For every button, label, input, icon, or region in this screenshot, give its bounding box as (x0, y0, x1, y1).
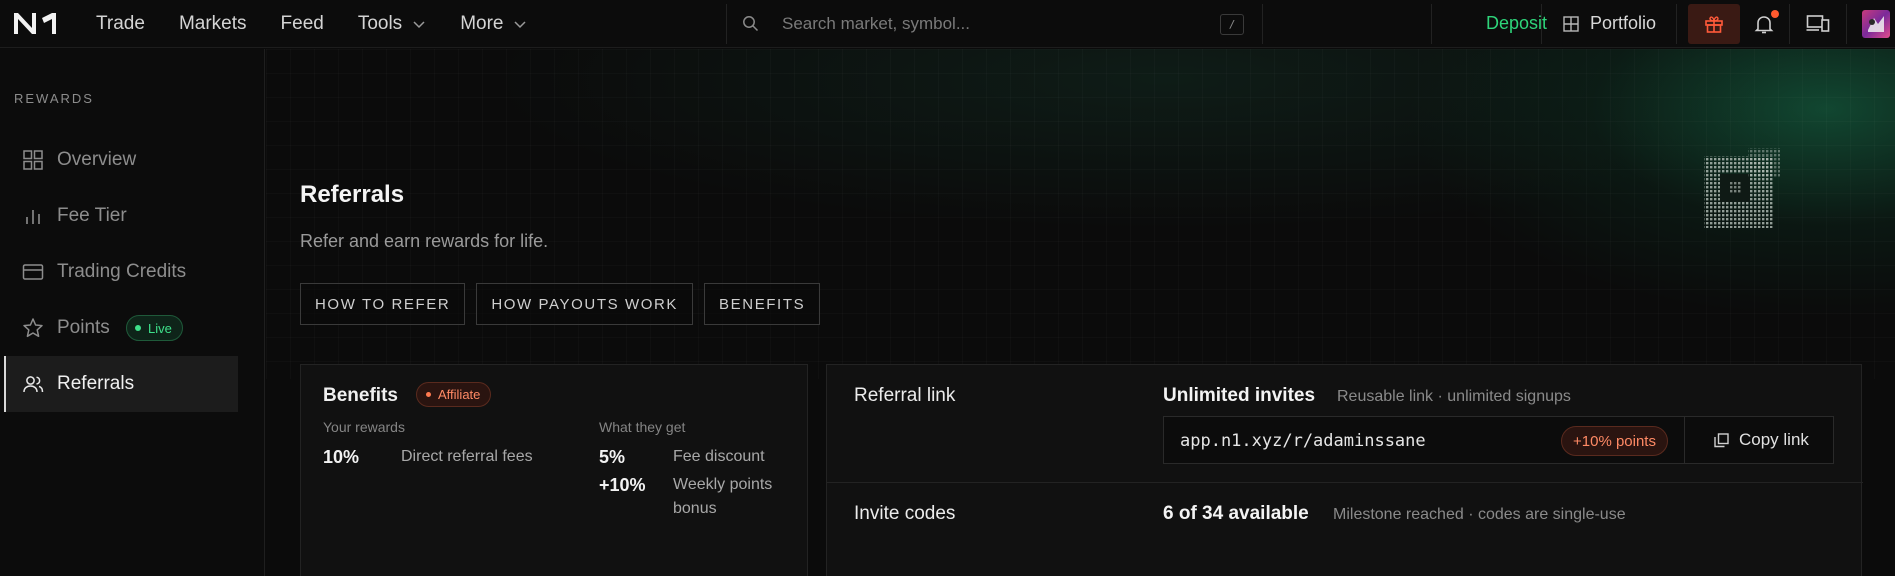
referral-link-field[interactable]: app.n1.xyz/r/adaminssane +10% points (1163, 416, 1714, 464)
chevron-down-icon (514, 21, 527, 29)
top-nav: Trade Markets Feed Tools More / Deposit (0, 0, 1895, 48)
deposit-button[interactable]: Deposit (1486, 13, 1547, 34)
benefit-value: 5% (599, 447, 626, 467)
invite-codes-count: 6 of 34 available (1163, 503, 1309, 524)
bar-chart-icon (26, 210, 40, 224)
nav-more[interactable]: More (460, 13, 527, 35)
pixel-art-logo-icon (1704, 148, 1780, 228)
benefits-button[interactable]: BENEFITS (704, 283, 821, 325)
sidebar-item-trading-credits[interactable]: Trading Credits (4, 244, 238, 300)
how-payouts-work-button[interactable]: HOW PAYOUTS WORK (476, 283, 694, 325)
nav-divider (1846, 4, 1847, 44)
affiliate-dot (426, 392, 431, 397)
nav-markets[interactable]: Markets (179, 13, 247, 35)
live-badge: Live (126, 315, 183, 341)
nav-markets-label: Markets (178, 13, 247, 34)
reward-value: 10% (323, 447, 360, 467)
notification-dot (1771, 10, 1779, 18)
benefit-label: Weekly points bonus (673, 476, 773, 517)
sidebar-item-label: Trading Credits (57, 261, 187, 282)
sidebar-item-label: Points (57, 317, 110, 338)
benefit-value: +10% (599, 475, 646, 495)
referral-link-url[interactable]: app.n1.xyz/r/adaminssane (1180, 431, 1426, 451)
nav-feed-label: Feed (280, 13, 324, 34)
portfolio-label: Portfolio (1590, 13, 1657, 33)
nav-tools[interactable]: Tools (358, 13, 426, 35)
how-to-refer-button[interactable]: HOW TO REFER (300, 283, 466, 325)
live-badge-label: Live (148, 320, 172, 336)
live-dot (135, 325, 141, 331)
info-chips: HOW TO REFER HOW PAYOUTS WORK BENEFITS (300, 283, 821, 325)
nav-trade-label: Trade (96, 13, 145, 34)
n1-logo[interactable] (12, 10, 60, 36)
page-subtitle: Refer and earn rewards for life. (300, 231, 549, 251)
portfolio-icon (1563, 15, 1579, 32)
search-shortcut-key: / (1220, 14, 1244, 35)
sidebar-item-points[interactable]: Points Live (4, 300, 238, 356)
nav-trade[interactable]: Trade (96, 13, 145, 35)
referrals-page: Referrals Refer and earn rewards for lif… (266, 49, 1895, 576)
avatar[interactable] (1862, 10, 1890, 38)
search-bar[interactable]: / (726, 0, 1261, 48)
nav-feed[interactable]: Feed (281, 13, 324, 35)
nav-divider (1262, 4, 1263, 44)
affiliate-badge-label: Affiliate (438, 387, 481, 402)
nav-divider (1676, 4, 1677, 44)
main-nav: Trade Markets Feed Tools More (96, 0, 561, 48)
credit-card-icon (22, 264, 44, 280)
nav-tools-label: Tools (357, 13, 403, 34)
star-icon (23, 318, 43, 338)
rewards-sidebar: REWARDS Overview Fee Tier Trading Credit… (0, 49, 265, 576)
search-icon (743, 16, 759, 32)
referral-link-note: Reusable link · unlimited signups (1337, 388, 1571, 405)
benefits-card: Benefits Affiliate Your rewards What the… (300, 364, 808, 576)
users-icon (23, 376, 44, 393)
your-rewards-heading: Your rewards (323, 419, 405, 435)
benefits-title: Benefits (323, 385, 398, 406)
chevron-down-icon (413, 21, 425, 29)
sidebar-item-label: Fee Tier (57, 205, 127, 226)
devices-icon (1806, 15, 1830, 32)
referral-card: Referral link Unlimited invites Reusable… (826, 364, 1863, 576)
sidebar-item-label: Referrals (57, 373, 135, 394)
referral-link-label: Referral link (854, 385, 956, 406)
invite-codes-label: Invite codes (854, 503, 956, 524)
field-divider (1684, 417, 1685, 463)
search-input[interactable] (782, 10, 1182, 38)
affiliate-badge: Affiliate (416, 382, 492, 407)
avatar-image (1868, 16, 1884, 32)
row-divider (827, 482, 1863, 483)
invite-codes-note: Milestone reached · codes are single-use (1333, 506, 1626, 523)
nav-divider (1541, 4, 1542, 44)
sidebar-item-referrals[interactable]: Referrals (4, 356, 238, 412)
reward-label: Direct referral fees (401, 448, 533, 465)
unlimited-invites-heading: Unlimited invites (1163, 385, 1316, 406)
grid-icon (23, 150, 43, 170)
sidebar-item-label: Overview (57, 149, 137, 170)
copy-icon (1714, 432, 1729, 447)
copy-link-button[interactable]: Copy link (1696, 416, 1834, 464)
gift-button[interactable] (1688, 4, 1740, 44)
copy-link-label: Copy link (1739, 430, 1809, 449)
gift-icon (1705, 16, 1723, 33)
hero-grid-pattern (266, 49, 1895, 379)
benefit-label: Fee discount (673, 448, 765, 465)
they-get-heading: What they get (599, 419, 686, 435)
nav-divider (1431, 4, 1432, 44)
portfolio-button[interactable]: Portfolio (1563, 13, 1656, 34)
nav-more-label: More (460, 13, 504, 34)
sidebar-title: REWARDS (14, 91, 94, 106)
points-bonus-badge: +10% points (1561, 426, 1668, 456)
sidebar-item-overview[interactable]: Overview (4, 132, 238, 188)
page-title: Referrals (300, 181, 405, 208)
devices-button[interactable] (1806, 13, 1830, 35)
nav-divider (1789, 4, 1790, 44)
sidebar-item-fee-tier[interactable]: Fee Tier (4, 188, 238, 244)
